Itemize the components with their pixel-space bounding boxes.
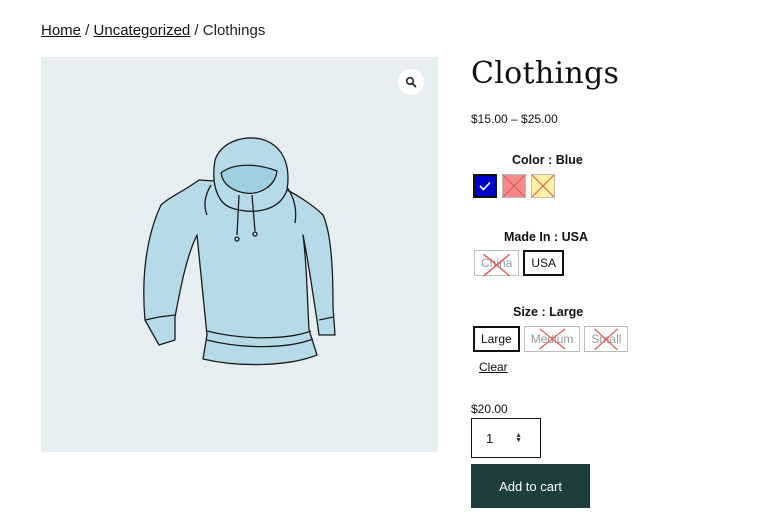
made-in-option-usa[interactable]: USA: [523, 250, 565, 276]
clear-selection-link[interactable]: Clear: [479, 360, 508, 374]
color-attribute-label: Color : Blue: [512, 153, 583, 167]
size-option-large[interactable]: Large: [473, 326, 520, 352]
breadcrumb-separator: /: [190, 22, 203, 39]
product-title: Clothings: [471, 56, 620, 91]
product-summary: Clothings $15.00 – $25.00 Color : Blue M…: [471, 56, 751, 508]
made-in-options: China USA: [474, 250, 565, 277]
quantity-stepper-icon[interactable]: ▲ ▼: [515, 432, 522, 444]
made-in-option-china[interactable]: China: [474, 250, 520, 277]
price-range: $15.00 – $25.00: [471, 112, 558, 126]
color-swatch-red[interactable]: [502, 174, 526, 198]
color-swatch-yellow[interactable]: [531, 174, 555, 198]
size-options: Large Medium Small: [473, 326, 629, 352]
breadcrumb-home-link[interactable]: Home: [41, 22, 81, 39]
option-label: Large: [481, 332, 512, 346]
variation-price: $20.00: [471, 402, 508, 416]
add-to-cart-label: Add to cart: [499, 478, 562, 494]
zoom-button[interactable]: [398, 69, 424, 95]
check-icon: [479, 181, 491, 191]
breadcrumb-current: Clothings: [202, 22, 266, 39]
color-swatches: [473, 174, 555, 198]
color-swatch-blue[interactable]: [473, 174, 497, 198]
quantity-value: 1: [486, 430, 494, 446]
unavailable-cross-icon: [532, 175, 554, 197]
option-label: Small: [591, 332, 622, 346]
add-to-cart-button[interactable]: Add to cart: [471, 464, 590, 508]
breadcrumb-category-link[interactable]: Uncategorized: [94, 22, 191, 39]
quantity-input[interactable]: 1 ▲ ▼: [471, 418, 541, 458]
hoodie-image[interactable]: [137, 135, 342, 375]
size-option-small[interactable]: Small: [584, 326, 629, 352]
option-label: China: [481, 256, 513, 270]
option-label: Medium: [530, 332, 574, 346]
option-label: USA: [531, 256, 557, 270]
breadcrumb-separator: /: [81, 22, 94, 39]
size-attribute-label: Size : Large: [513, 305, 584, 319]
breadcrumb: Home / Uncategorized / Clothings: [41, 22, 265, 39]
made-in-attribute-label: Made In : USA: [504, 230, 589, 244]
search-icon: [405, 76, 417, 88]
product-gallery: [41, 57, 438, 452]
size-option-medium[interactable]: Medium: [523, 326, 581, 352]
unavailable-cross-icon: [503, 175, 525, 197]
